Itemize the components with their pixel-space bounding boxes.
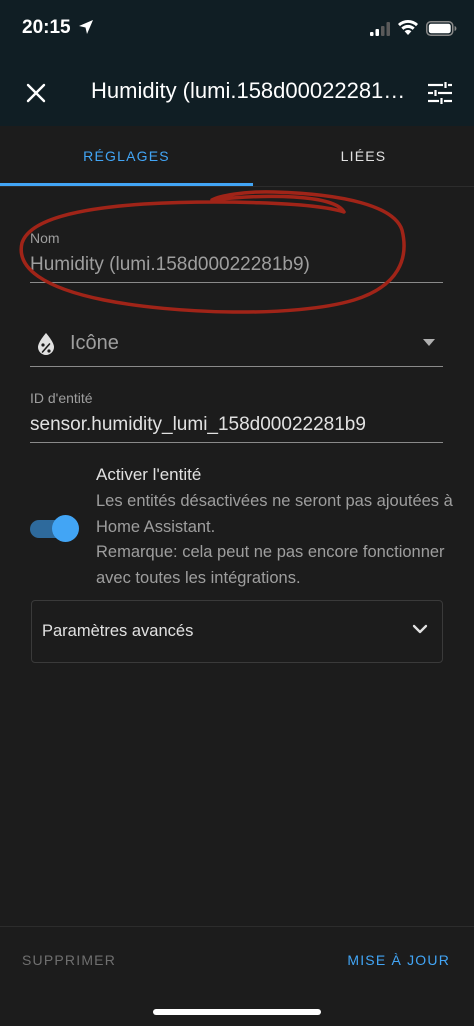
- icon-field-label: Icône: [70, 332, 119, 354]
- wifi-icon: [398, 19, 418, 35]
- update-button[interactable]: MISE À JOUR: [335, 940, 462, 980]
- enable-entity-description: Les entités désactivées ne seront pas aj…: [96, 489, 456, 591]
- app-bar: Humidity (lumi.158d00022281b9): [0, 60, 474, 126]
- advanced-settings-panel[interactable]: Paramètres avancés: [31, 600, 443, 663]
- icon-picker-field[interactable]: Icône: [30, 322, 443, 367]
- tune-icon: [428, 82, 452, 104]
- tab-bar: RÉGLAGES LIÉES: [0, 126, 474, 187]
- tab-settings[interactable]: RÉGLAGES: [0, 126, 253, 186]
- delete-button[interactable]: SUPPRIMER: [10, 940, 128, 980]
- enable-entity-title: Activer l'entité: [96, 465, 202, 484]
- footer-divider: [0, 926, 474, 927]
- name-field[interactable]: Nom Humidity (lumi.158d00022281b9): [30, 222, 443, 283]
- status-time: 20:15: [22, 17, 71, 38]
- active-tab-indicator: [0, 183, 253, 186]
- enable-entity-toggle[interactable]: [30, 514, 80, 544]
- close-button[interactable]: [14, 71, 58, 115]
- toggle-thumb: [52, 515, 79, 542]
- enable-description-line-1: Les entités désactivées ne seront pas aj…: [96, 492, 453, 536]
- close-icon: [26, 83, 46, 103]
- status-bar: 20:15: [0, 0, 474, 60]
- home-indicator[interactable]: [153, 1009, 321, 1015]
- enable-description-line-2: Remarque: cela peut ne pas encore foncti…: [96, 543, 445, 587]
- dropdown-arrow-icon: [423, 339, 435, 346]
- entity-id-field-label: ID d'entité: [30, 390, 93, 406]
- entity-settings-button[interactable]: [418, 71, 462, 115]
- tab-related[interactable]: LIÉES: [253, 126, 474, 186]
- name-field-value[interactable]: Humidity (lumi.158d00022281b9): [30, 254, 310, 276]
- advanced-settings-label: Paramètres avancés: [42, 622, 194, 640]
- dialog-title: Humidity (lumi.158d00022281b9): [91, 78, 406, 103]
- cellular-signal-icon: [370, 22, 390, 36]
- entity-id-field[interactable]: ID d'entité sensor.humidity_lumi_158d000…: [30, 386, 443, 443]
- battery-icon: [426, 21, 457, 36]
- location-arrow-icon: [79, 20, 93, 34]
- name-field-label: Nom: [30, 230, 60, 246]
- screen: 20:15 Humidity (lumi.158d00022281b9) RÉG…: [0, 0, 474, 1026]
- entity-id-field-value[interactable]: sensor.humidity_lumi_158d00022281b9: [30, 414, 366, 436]
- chevron-down-icon: [412, 624, 428, 634]
- water-percent-icon: [38, 333, 54, 355]
